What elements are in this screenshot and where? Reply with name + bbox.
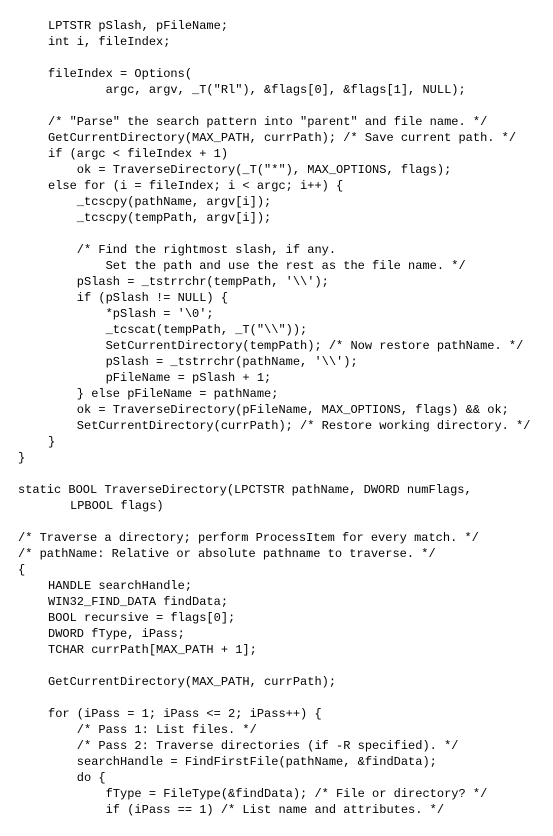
code-block-1: LPTSTR pSlash, pFileName; int i, fileInd… [0,18,553,450]
func-comment-2: /* pathName: Relative or absolute pathna… [0,546,553,562]
func-open-brace: { [0,562,553,578]
code-block-2: HANDLE searchHandle; WIN32_FIND_DATA fin… [0,578,553,818]
code-closing-brace: } [0,450,553,466]
func-signature-line1: static BOOL TraverseDirectory(LPCTSTR pa… [0,482,553,498]
func-signature-line2: LPBOOL flags) [0,498,553,514]
func-comment-1: /* Traverse a directory; perform Process… [0,530,553,546]
